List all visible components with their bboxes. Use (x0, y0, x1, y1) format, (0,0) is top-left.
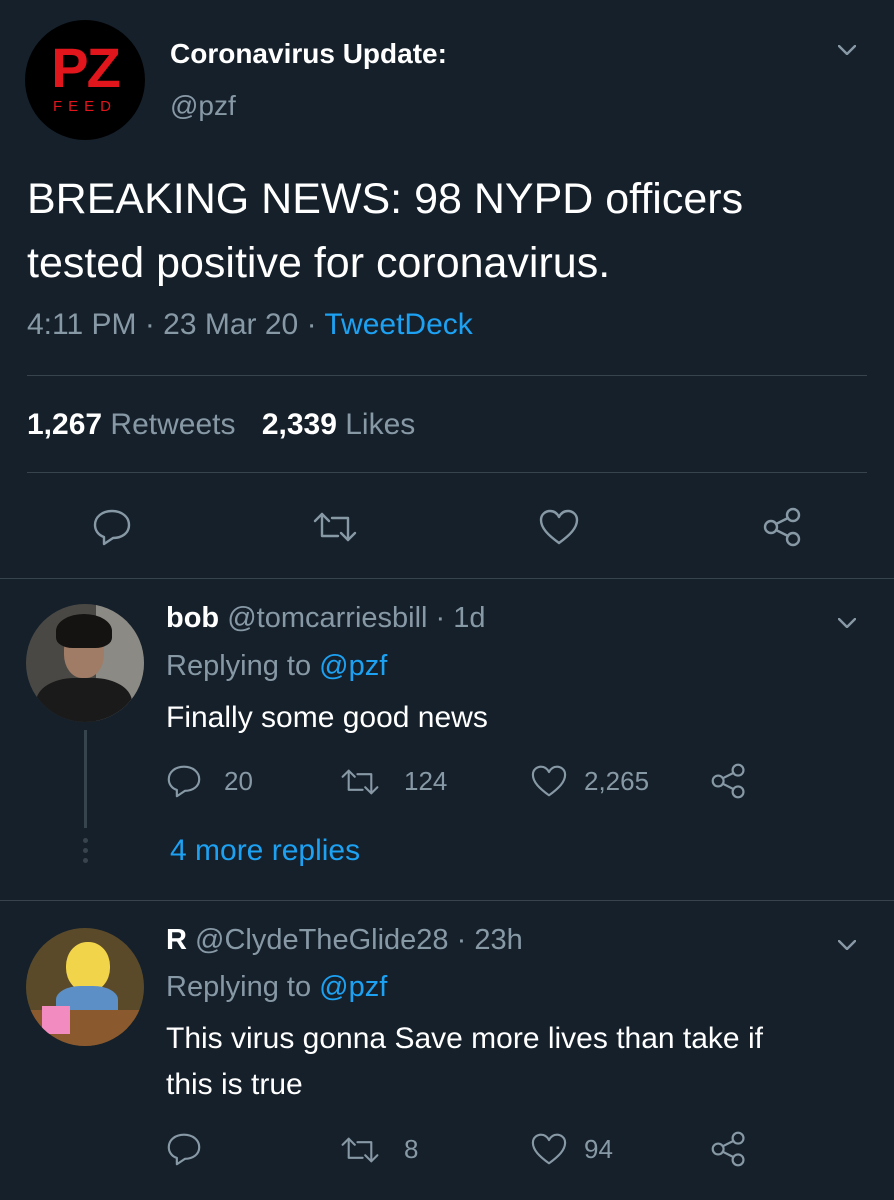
avatar-body (36, 678, 132, 722)
reply-author-name[interactable]: R (166, 924, 187, 956)
heart-icon (531, 765, 567, 797)
thread-dot (83, 848, 88, 853)
retweet-button[interactable] (312, 510, 358, 549)
reply-action-retweet[interactable]: 124 (340, 766, 447, 797)
likes-label: Likes (345, 408, 416, 441)
tweet-time: 4:11 PM (27, 308, 137, 341)
reply-icon (167, 1133, 201, 1166)
reply-avatar-bob[interactable] (26, 604, 144, 722)
meta-separator: · (306, 308, 325, 341)
retweet-count: 124 (404, 766, 448, 796)
like-count: 2,265 (584, 765, 650, 796)
tweet-date: 23 Mar 20 (163, 308, 299, 341)
reply-icon (167, 765, 201, 798)
reply-count: 20 (224, 765, 253, 796)
heart-icon (531, 1133, 567, 1165)
replying-to-handle[interactable]: @pzf (319, 971, 387, 1003)
reply-text: Finally some good news (166, 701, 488, 734)
reply-button[interactable] (92, 508, 132, 551)
logo-sub: FEED (52, 98, 117, 115)
reply-icon (93, 509, 131, 546)
reply-age: 23h (474, 924, 523, 956)
display-name[interactable]: Coronavirus Update: (170, 38, 447, 70)
reply-menu-chevron-icon[interactable] (838, 618, 856, 628)
reply-avatar-r[interactable] (26, 928, 144, 1046)
retweets-stat[interactable]: 1,267 Retweets (27, 408, 244, 441)
thread-dot (83, 858, 88, 863)
profile-avatar-pzfeed[interactable]: PZ FEED (25, 20, 145, 140)
retweet-icon (341, 769, 379, 794)
like-button[interactable] (538, 508, 580, 551)
avatar-hair (56, 614, 112, 648)
reply-action-like[interactable]: 94 (530, 1132, 613, 1166)
retweet-icon (313, 512, 357, 542)
tweet-meta: 4:11 PM · 23 Mar 20 · TweetDeck (27, 308, 473, 342)
replying-to-prefix: Replying to (166, 971, 312, 1003)
avatar-head (66, 942, 110, 992)
tweet-text-line-2: tested positive for coronavirus. (27, 239, 611, 287)
reply-action-like[interactable]: 2,265 (530, 764, 649, 798)
replying-to: Replying to @pzf (166, 650, 387, 683)
reply-menu-chevron-icon[interactable] (838, 940, 856, 950)
retweet-count: 8 (404, 1134, 419, 1164)
reply-action-retweet[interactable]: 8 (340, 1134, 418, 1165)
tweet-text-line-1: BREAKING NEWS: 98 NYPD officers (27, 175, 744, 223)
reply-header: R @ClydeTheGlide28 · 23h (166, 924, 523, 957)
avatar-box (42, 1006, 70, 1034)
retweets-label: Retweets (110, 408, 236, 441)
likes-stat[interactable]: 2,339 Likes (262, 408, 415, 441)
reply-author-handle[interactable]: @ClydeTheGlide28 (195, 924, 449, 956)
more-replies-link[interactable]: 4 more replies (170, 834, 360, 868)
share-button[interactable] (762, 506, 804, 553)
replying-to-handle[interactable]: @pzf (319, 650, 387, 682)
likes-count: 2,339 (261, 408, 337, 441)
replying-to: Replying to @pzf (166, 971, 387, 1004)
meta-separator: · (435, 602, 446, 634)
reply-header: bob @tomcarriesbill · 1d (166, 602, 486, 635)
user-handle[interactable]: @pzf (170, 90, 236, 122)
reply-text-line-1: This virus gonna Save more lives than ta… (166, 1022, 763, 1055)
retweet-icon (341, 1137, 379, 1162)
like-count: 94 (584, 1133, 613, 1164)
reply-author-name[interactable]: bob (166, 602, 219, 634)
reply-action-share[interactable] (710, 1130, 748, 1173)
meta-separator: · (144, 308, 164, 341)
thread-dot (83, 838, 88, 843)
replying-to-prefix: Replying to (166, 650, 312, 682)
divider (27, 472, 867, 473)
reply-text-line-2: this is true (166, 1068, 303, 1101)
share-icon (711, 1131, 745, 1167)
reply-age: 1d (453, 602, 486, 634)
share-icon (763, 507, 801, 547)
meta-separator: · (456, 924, 467, 956)
logo-letters: PZ (51, 36, 121, 99)
divider (27, 375, 867, 376)
reply-action-reply[interactable] (166, 1132, 202, 1171)
reply-action-reply[interactable]: 20 (166, 764, 253, 798)
divider (0, 578, 894, 579)
retweets-count: 1,267 (27, 408, 103, 441)
engagement-stats: 1,267 Retweets 2,339 Likes (27, 408, 415, 442)
tweet-menu-chevron-icon[interactable] (838, 45, 856, 55)
heart-icon (539, 509, 579, 545)
tweet-source-link[interactable]: TweetDeck (324, 308, 472, 341)
reply-author-handle[interactable]: @tomcarriesbill (227, 602, 427, 634)
share-icon (711, 763, 745, 799)
thread-connector-line (84, 730, 87, 828)
divider (0, 900, 894, 901)
reply-action-share[interactable] (710, 762, 748, 805)
